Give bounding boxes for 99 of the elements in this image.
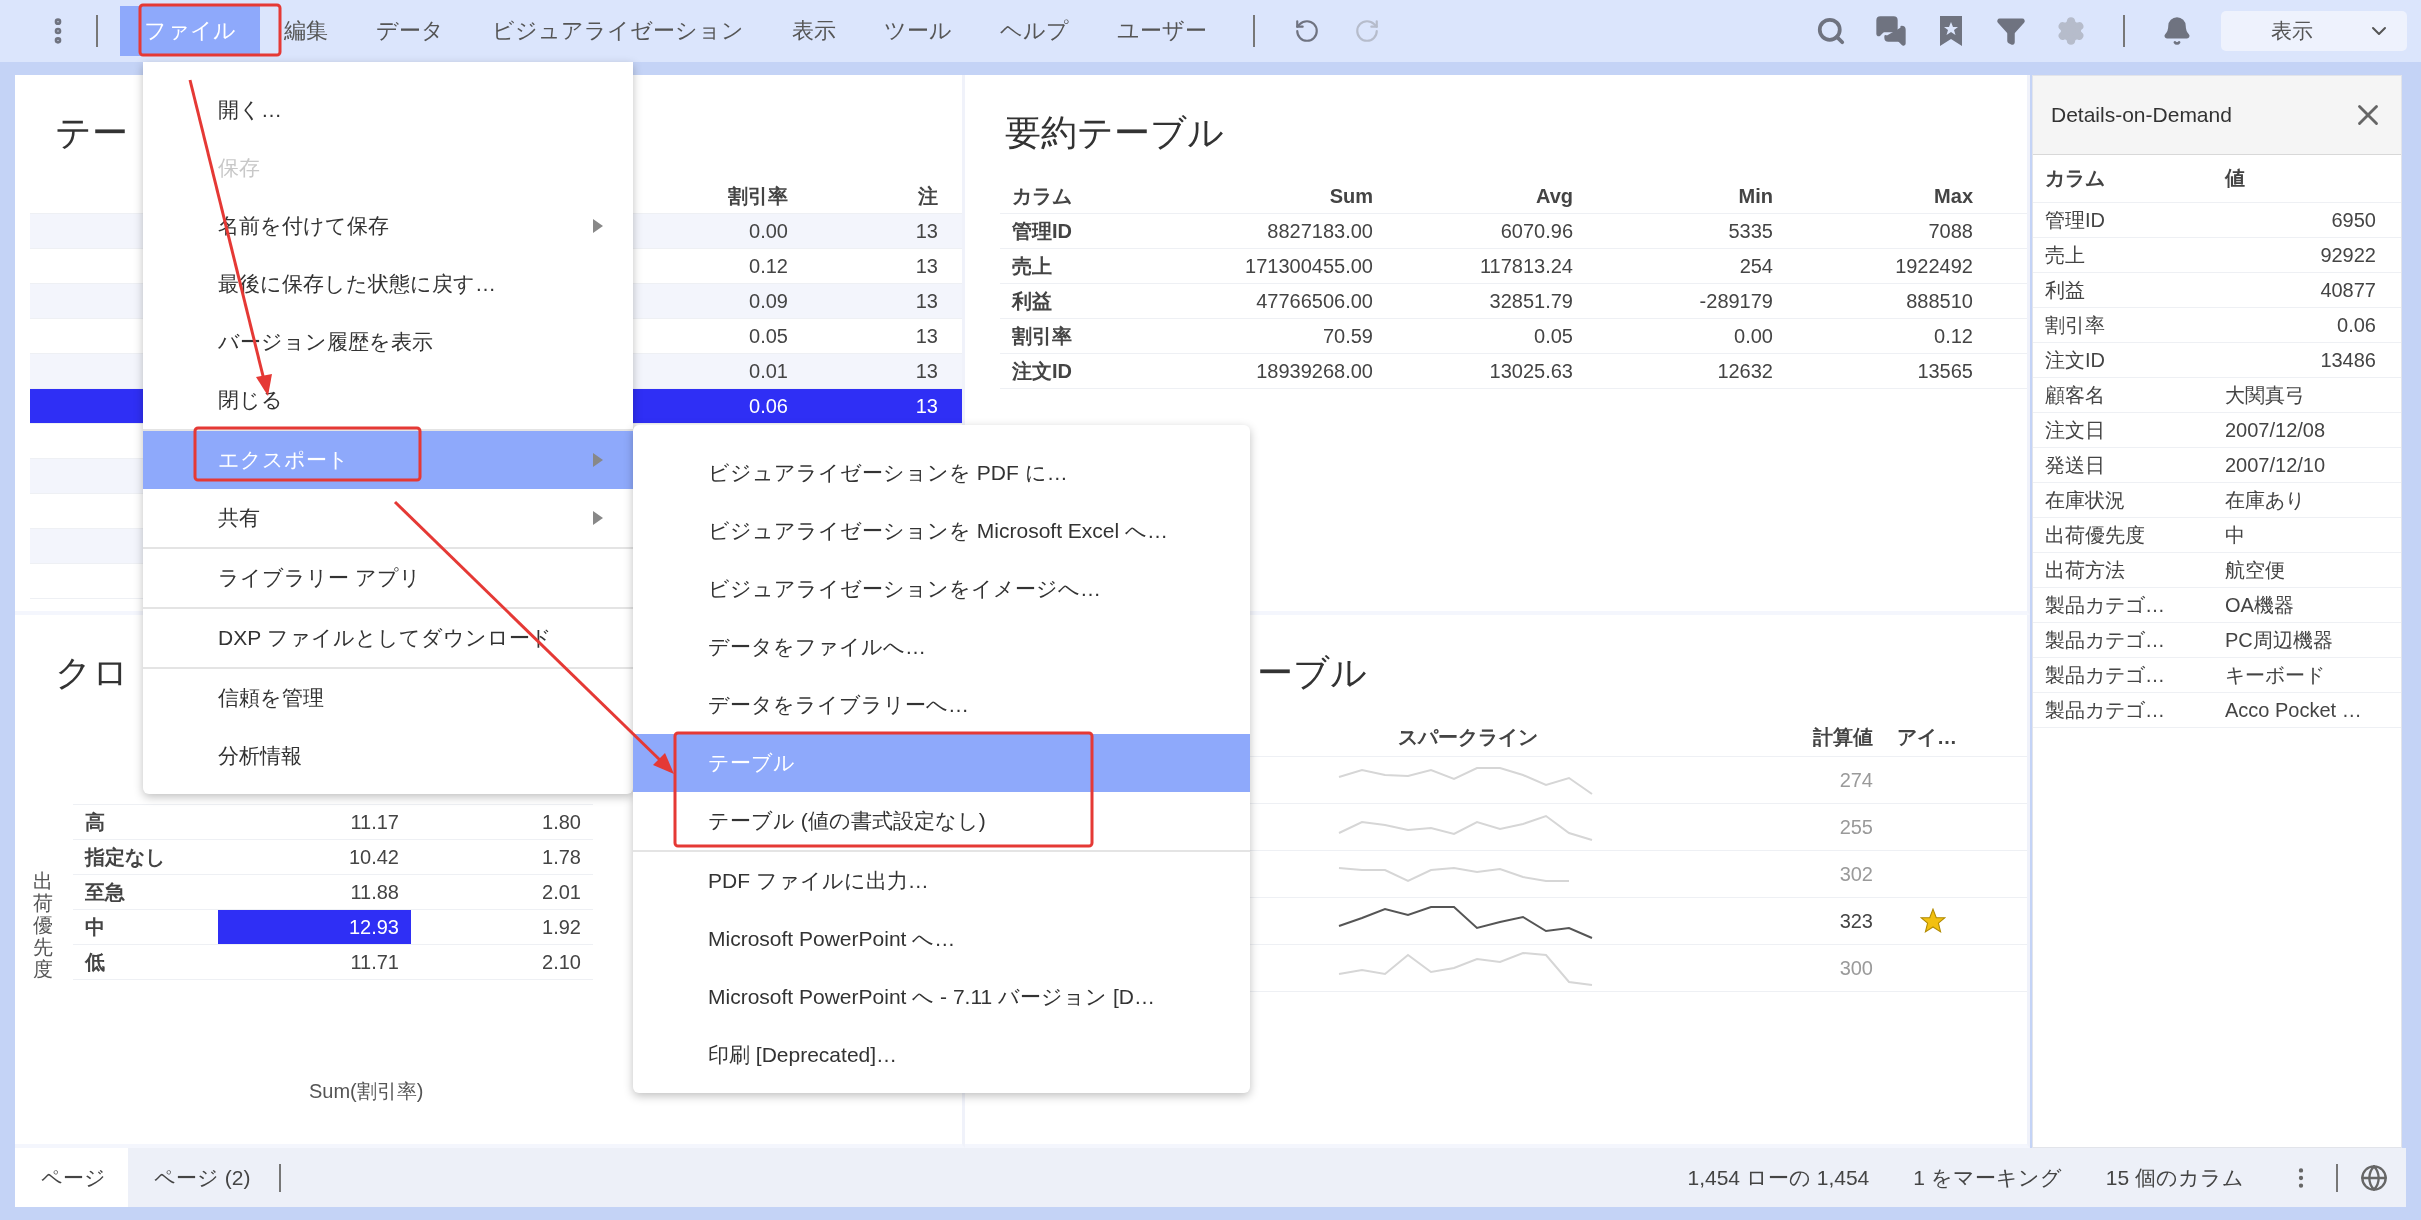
- table-cell-text: 13: [914, 393, 939, 419]
- row-header: 管理ID: [1011, 218, 1073, 244]
- table-cell-text: 92922: [2319, 242, 2377, 268]
- row-header: 割引率: [1011, 323, 1073, 349]
- table-cell-text: 13486: [2319, 347, 2377, 373]
- table-cell-text: 0.06: [2336, 312, 2377, 338]
- table-cell-text: 171300455.00: [1244, 253, 1374, 279]
- panel-title: ーブル: [1257, 651, 1367, 695]
- table-cell-text: 13565: [1916, 358, 1974, 384]
- table-cell-text: 0.12: [748, 253, 789, 279]
- column-header: Max: [1933, 183, 1974, 209]
- panel-title: 要約テーブル: [1005, 111, 1224, 155]
- row-header: 製品カテゴ…: [2044, 592, 2166, 618]
- table-cell-text: 7088: [1927, 218, 1974, 244]
- table-cell-text: -289179: [1698, 288, 1774, 314]
- row-header: 製品カテゴ…: [2044, 697, 2166, 723]
- table-cell-text: 0.05: [1533, 323, 1574, 349]
- table-cell-text: 2007/12/10: [2224, 452, 2327, 478]
- row-header: 高: [84, 809, 106, 835]
- table-cell-text: 0.06: [748, 393, 789, 419]
- table-cell-text: 13: [914, 253, 939, 279]
- status-text: 1,454 ローの 1,454: [1687, 1164, 1870, 1191]
- table-cell-text: キーボード: [2224, 662, 2326, 688]
- row-header: 製品カテゴ…: [2044, 662, 2166, 688]
- column-header: 値: [2224, 166, 2246, 191]
- table-cell-text: 254: [1738, 253, 1774, 279]
- row-header: 低: [84, 949, 106, 975]
- table-cell-text: 8827183.00: [1266, 218, 1374, 244]
- row-header: 発送日: [2044, 452, 2106, 478]
- table-cell-text: 12632: [1716, 358, 1774, 384]
- table-cell-text: 2007/12/08: [2224, 417, 2327, 443]
- table-cell-text: 在庫あり: [2224, 487, 2306, 513]
- table-cell-text: 40877: [2319, 277, 2377, 303]
- table-cell-text: 18939268.00: [1255, 358, 1374, 384]
- table-cell-text: 13025.63: [1488, 358, 1574, 384]
- table-cell-text: 1922492: [1894, 253, 1974, 279]
- table-cell-text: 0.12: [1933, 323, 1974, 349]
- status-text: 15 個のカラム: [2105, 1164, 2244, 1191]
- row-header: 注文日: [2044, 417, 2106, 443]
- table-cell-text: PC周辺機器: [2224, 627, 2334, 653]
- table-cell-text: 0.01: [748, 358, 789, 384]
- table-cell-text: 13: [914, 218, 939, 244]
- table-cell-text: 5335: [1727, 218, 1774, 244]
- column-header: カラム: [2044, 166, 2106, 191]
- axis-label: 出荷優先度: [33, 870, 53, 980]
- table-cell-text: 13: [914, 288, 939, 314]
- row-header: 出荷優先度: [2044, 522, 2146, 548]
- row-header: 在庫状況: [2044, 487, 2126, 513]
- table-cell-text: 13: [914, 323, 939, 349]
- row-header: 管理ID: [2044, 207, 2106, 233]
- column-header: カラム: [1011, 183, 1073, 209]
- table-cell-text: 航空便: [2224, 557, 2286, 583]
- table-cell-text: Acco Pocket …: [2224, 697, 2363, 723]
- row-header: 指定なし: [83, 844, 166, 870]
- table-cell-text: 255: [1838, 814, 1874, 840]
- table-cell-text: 274: [1838, 767, 1874, 793]
- column-header: スパークライン: [1396, 725, 1539, 750]
- row-header: 注文ID: [1011, 358, 1073, 384]
- row-header: 利益: [1010, 288, 1053, 314]
- column-header: Sum: [1328, 183, 1374, 209]
- table-cell-text: 中: [2224, 522, 2246, 548]
- row-header: 注文ID: [2044, 347, 2106, 373]
- row-header: 至急: [84, 879, 126, 905]
- column-header: 計算値: [1812, 725, 1874, 750]
- row-header: 割引率: [2044, 312, 2106, 338]
- table-cell-text: 300: [1838, 955, 1874, 981]
- row-header: 顧客名: [2044, 382, 2106, 408]
- row-header: 製品カテゴ…: [2044, 627, 2166, 653]
- axis-label: Sum(割引率): [308, 1079, 425, 1104]
- table-cell-text: 0.09: [748, 288, 789, 314]
- table-cell-text: OA機器: [2224, 592, 2295, 618]
- table-cell-text: 888510: [1905, 288, 1974, 314]
- row-header: 利益: [2044, 277, 2086, 303]
- table-cell-text: 47766506.00: [1255, 288, 1374, 314]
- table-cell-text: 6950: [2330, 207, 2377, 233]
- table-cell-text: 117813.24: [1478, 253, 1574, 279]
- table-cell-text: 0.00: [748, 218, 789, 244]
- table-cell-text: 6070.96: [1499, 218, 1574, 244]
- table-cell-text: 13: [914, 358, 939, 384]
- column-header: 割引率: [727, 183, 789, 209]
- table-cell-text: 0.05: [748, 323, 789, 349]
- row-header: 出荷方法: [2044, 557, 2126, 583]
- table-cell-text: 323: [1838, 908, 1874, 934]
- column-header: アイ…: [1896, 725, 1958, 750]
- panel-title: Details-on-Demand: [2051, 103, 2232, 127]
- table-cell-text: 0.00: [1733, 323, 1774, 349]
- row-header: 中: [84, 914, 106, 940]
- column-header: Min: [1737, 183, 1774, 209]
- column-header: Avg: [1534, 183, 1574, 209]
- row-header: 売上: [1011, 253, 1053, 279]
- row-header: 売上: [2044, 242, 2086, 268]
- table-cell-text: 大関真弓: [2224, 382, 2306, 408]
- table-cell-text: 32851.79: [1488, 288, 1574, 314]
- panel-title: テー: [55, 111, 128, 155]
- table-cell-text: 70.59: [1321, 323, 1374, 349]
- status-text: 1 をマーキング: [1913, 1164, 2062, 1191]
- panel-title: クロ: [55, 651, 129, 695]
- table-cell-text: 302: [1838, 861, 1874, 887]
- column-header: 注: [917, 183, 939, 209]
